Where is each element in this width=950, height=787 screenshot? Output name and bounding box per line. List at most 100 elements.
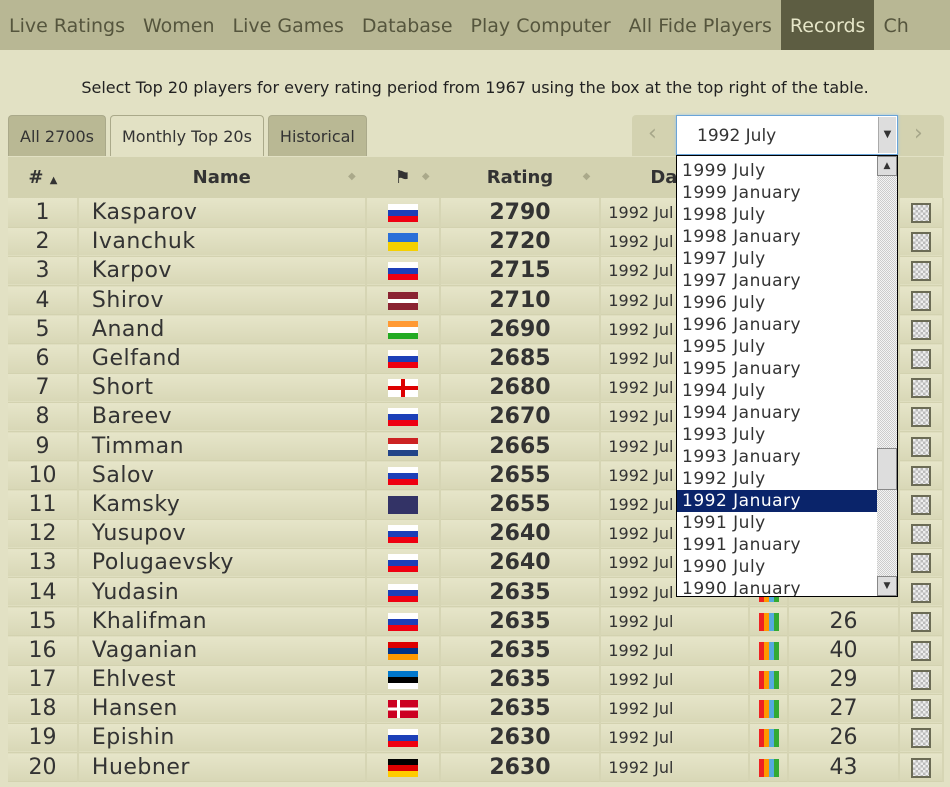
games-board-icon[interactable] xyxy=(910,349,931,370)
games-cell xyxy=(898,694,945,724)
prev-period-button[interactable]: ‹ xyxy=(648,121,657,146)
games-board-icon[interactable] xyxy=(910,553,931,574)
rating-chart-icon[interactable] xyxy=(758,641,779,660)
dropdown-option[interactable]: 1998 January xyxy=(677,226,879,248)
nav-item[interactable]: Live Ratings xyxy=(0,0,134,50)
games-board-icon[interactable] xyxy=(910,407,931,428)
player-name[interactable]: Short xyxy=(77,373,367,403)
player-name[interactable]: Epishin xyxy=(77,723,367,754)
nav-item[interactable]: All Fide Players xyxy=(620,0,781,50)
dropdown-option[interactable]: 1991 January xyxy=(677,534,879,556)
player-name[interactable]: Huebner xyxy=(77,752,367,783)
nav-item[interactable]: Live Games xyxy=(224,0,353,50)
dropdown-option[interactable]: 1992 January xyxy=(677,490,879,512)
nav-item[interactable]: Records xyxy=(780,0,875,50)
dropdown-option[interactable]: 1993 January xyxy=(677,446,879,468)
dropdown-option[interactable]: 1992 July xyxy=(677,468,879,490)
scroll-thumb[interactable] xyxy=(877,448,897,490)
dropdown-option[interactable]: 1999 July xyxy=(677,160,879,182)
player-name[interactable]: Ehlvest xyxy=(77,665,367,695)
player-name[interactable]: Anand xyxy=(77,314,367,345)
player-name[interactable]: Kamsky xyxy=(77,489,367,520)
player-name[interactable]: Hansen xyxy=(77,694,367,724)
player-name[interactable]: Timman xyxy=(77,431,367,462)
player-name[interactable]: Karpov xyxy=(77,256,367,287)
dropdown-scrollbar[interactable]: ▲ ▼ xyxy=(877,156,897,596)
dropdown-option[interactable]: 1990 January xyxy=(677,578,879,596)
games-board-icon[interactable] xyxy=(910,319,931,340)
scroll-down-icon[interactable]: ▼ xyxy=(877,576,897,596)
games-board-icon[interactable] xyxy=(910,524,931,545)
player-name[interactable]: Kasparov xyxy=(77,198,367,228)
nav-item[interactable]: Play Computer xyxy=(462,0,620,50)
dropdown-option[interactable]: 1991 July xyxy=(677,512,879,534)
dropdown-option[interactable]: 1999 January xyxy=(677,182,879,204)
games-board-icon[interactable] xyxy=(910,728,931,749)
dropdown-option[interactable]: 1995 July xyxy=(677,336,879,358)
games-board-icon[interactable] xyxy=(910,494,931,515)
dropdown-option[interactable]: 1997 July xyxy=(677,248,879,270)
games-board-icon[interactable] xyxy=(910,670,931,691)
games-board-icon[interactable] xyxy=(910,436,931,457)
scroll-up-icon[interactable]: ▲ xyxy=(877,156,897,176)
rating: 2690 xyxy=(439,314,602,345)
table-row[interactable]: 20 Huebner 2630 1992 Jul 43 xyxy=(8,752,945,783)
table-row[interactable]: 18 Hansen 2635 1992 Jul 27 xyxy=(8,694,945,724)
col-name[interactable]: Name ◆ xyxy=(77,157,366,198)
nav-item[interactable]: Ch xyxy=(874,0,917,50)
games-board-icon[interactable] xyxy=(910,202,931,223)
rating-chart-icon[interactable] xyxy=(758,700,779,719)
col-flag[interactable]: ⚑ ◆ xyxy=(365,157,440,198)
games-board-icon[interactable] xyxy=(910,232,931,253)
player-name[interactable]: Yusupov xyxy=(77,519,367,549)
tab[interactable]: Monthly Top 20s xyxy=(109,115,264,156)
player-name[interactable]: Bareev xyxy=(77,402,367,433)
dropdown-option[interactable]: 1994 January xyxy=(677,402,879,424)
nav-item[interactable]: Women xyxy=(134,0,224,50)
rating-chart-icon[interactable] xyxy=(758,758,779,777)
player-name[interactable]: Shirov xyxy=(77,285,367,316)
table-row[interactable]: 15 Khalifman 2635 1992 Jul 26 xyxy=(8,606,945,637)
dropdown-option[interactable]: 1997 January xyxy=(677,270,879,292)
rating-chart-icon[interactable] xyxy=(758,729,779,748)
games-board-icon[interactable] xyxy=(910,611,931,632)
col-rating[interactable]: Rating ◆ xyxy=(439,157,601,198)
games-board-icon[interactable] xyxy=(910,290,931,311)
table-row[interactable]: 19 Epishin 2630 1992 Jul 26 xyxy=(8,723,945,754)
player-name[interactable]: Ivanchuk xyxy=(77,227,367,257)
next-period-button[interactable]: › xyxy=(914,121,923,146)
col-rank[interactable]: # ▲ xyxy=(8,157,78,198)
tab[interactable]: All 2700s xyxy=(8,115,106,156)
player-name[interactable]: Khalifman xyxy=(77,606,367,637)
dropdown-option[interactable]: 1995 January xyxy=(677,358,879,380)
tab[interactable]: Historical xyxy=(267,115,367,156)
rating-chart-icon[interactable] xyxy=(758,671,779,690)
period-select[interactable]: 1992 July ▼ xyxy=(676,115,898,155)
dropdown-option[interactable]: 1990 July xyxy=(677,556,879,578)
table-row[interactable]: 17 Ehlvest 2635 1992 Jul 29 xyxy=(8,665,945,695)
dropdown-option[interactable]: 1994 July xyxy=(677,380,879,402)
dropdown-option[interactable]: 1996 July xyxy=(677,292,879,314)
dropdown-option[interactable]: 1998 July xyxy=(677,204,879,226)
player-name[interactable]: Polugaevsky xyxy=(77,548,367,578)
rating-chart-icon[interactable] xyxy=(758,612,779,631)
player-name[interactable]: Yudasin xyxy=(77,577,367,608)
games-board-icon[interactable] xyxy=(910,582,931,603)
rank: 2 xyxy=(8,227,79,257)
table-row[interactable]: 16 Vaganian 2635 1992 Jul 40 xyxy=(8,635,945,666)
games-board-icon[interactable] xyxy=(910,640,931,661)
games-board-icon[interactable] xyxy=(910,699,931,720)
rank: 4 xyxy=(8,285,79,316)
games-board-icon[interactable] xyxy=(910,465,931,486)
player-name[interactable]: Gelfand xyxy=(77,343,367,374)
games-board-icon[interactable] xyxy=(910,757,931,778)
games-board-icon[interactable] xyxy=(910,378,931,399)
period-dropdown-list[interactable]: 1999 July 1999 January 1998 July 1998 Janua… xyxy=(676,155,898,597)
dropdown-option[interactable]: 1996 January xyxy=(677,314,879,336)
nav-item[interactable]: Database xyxy=(353,0,462,50)
player-name[interactable]: Salov xyxy=(77,460,367,491)
dropdown-option[interactable]: 1993 July xyxy=(677,424,879,446)
player-name[interactable]: Vaganian xyxy=(77,635,367,666)
games-board-icon[interactable] xyxy=(910,261,931,282)
chevron-down-icon[interactable]: ▼ xyxy=(878,117,896,153)
